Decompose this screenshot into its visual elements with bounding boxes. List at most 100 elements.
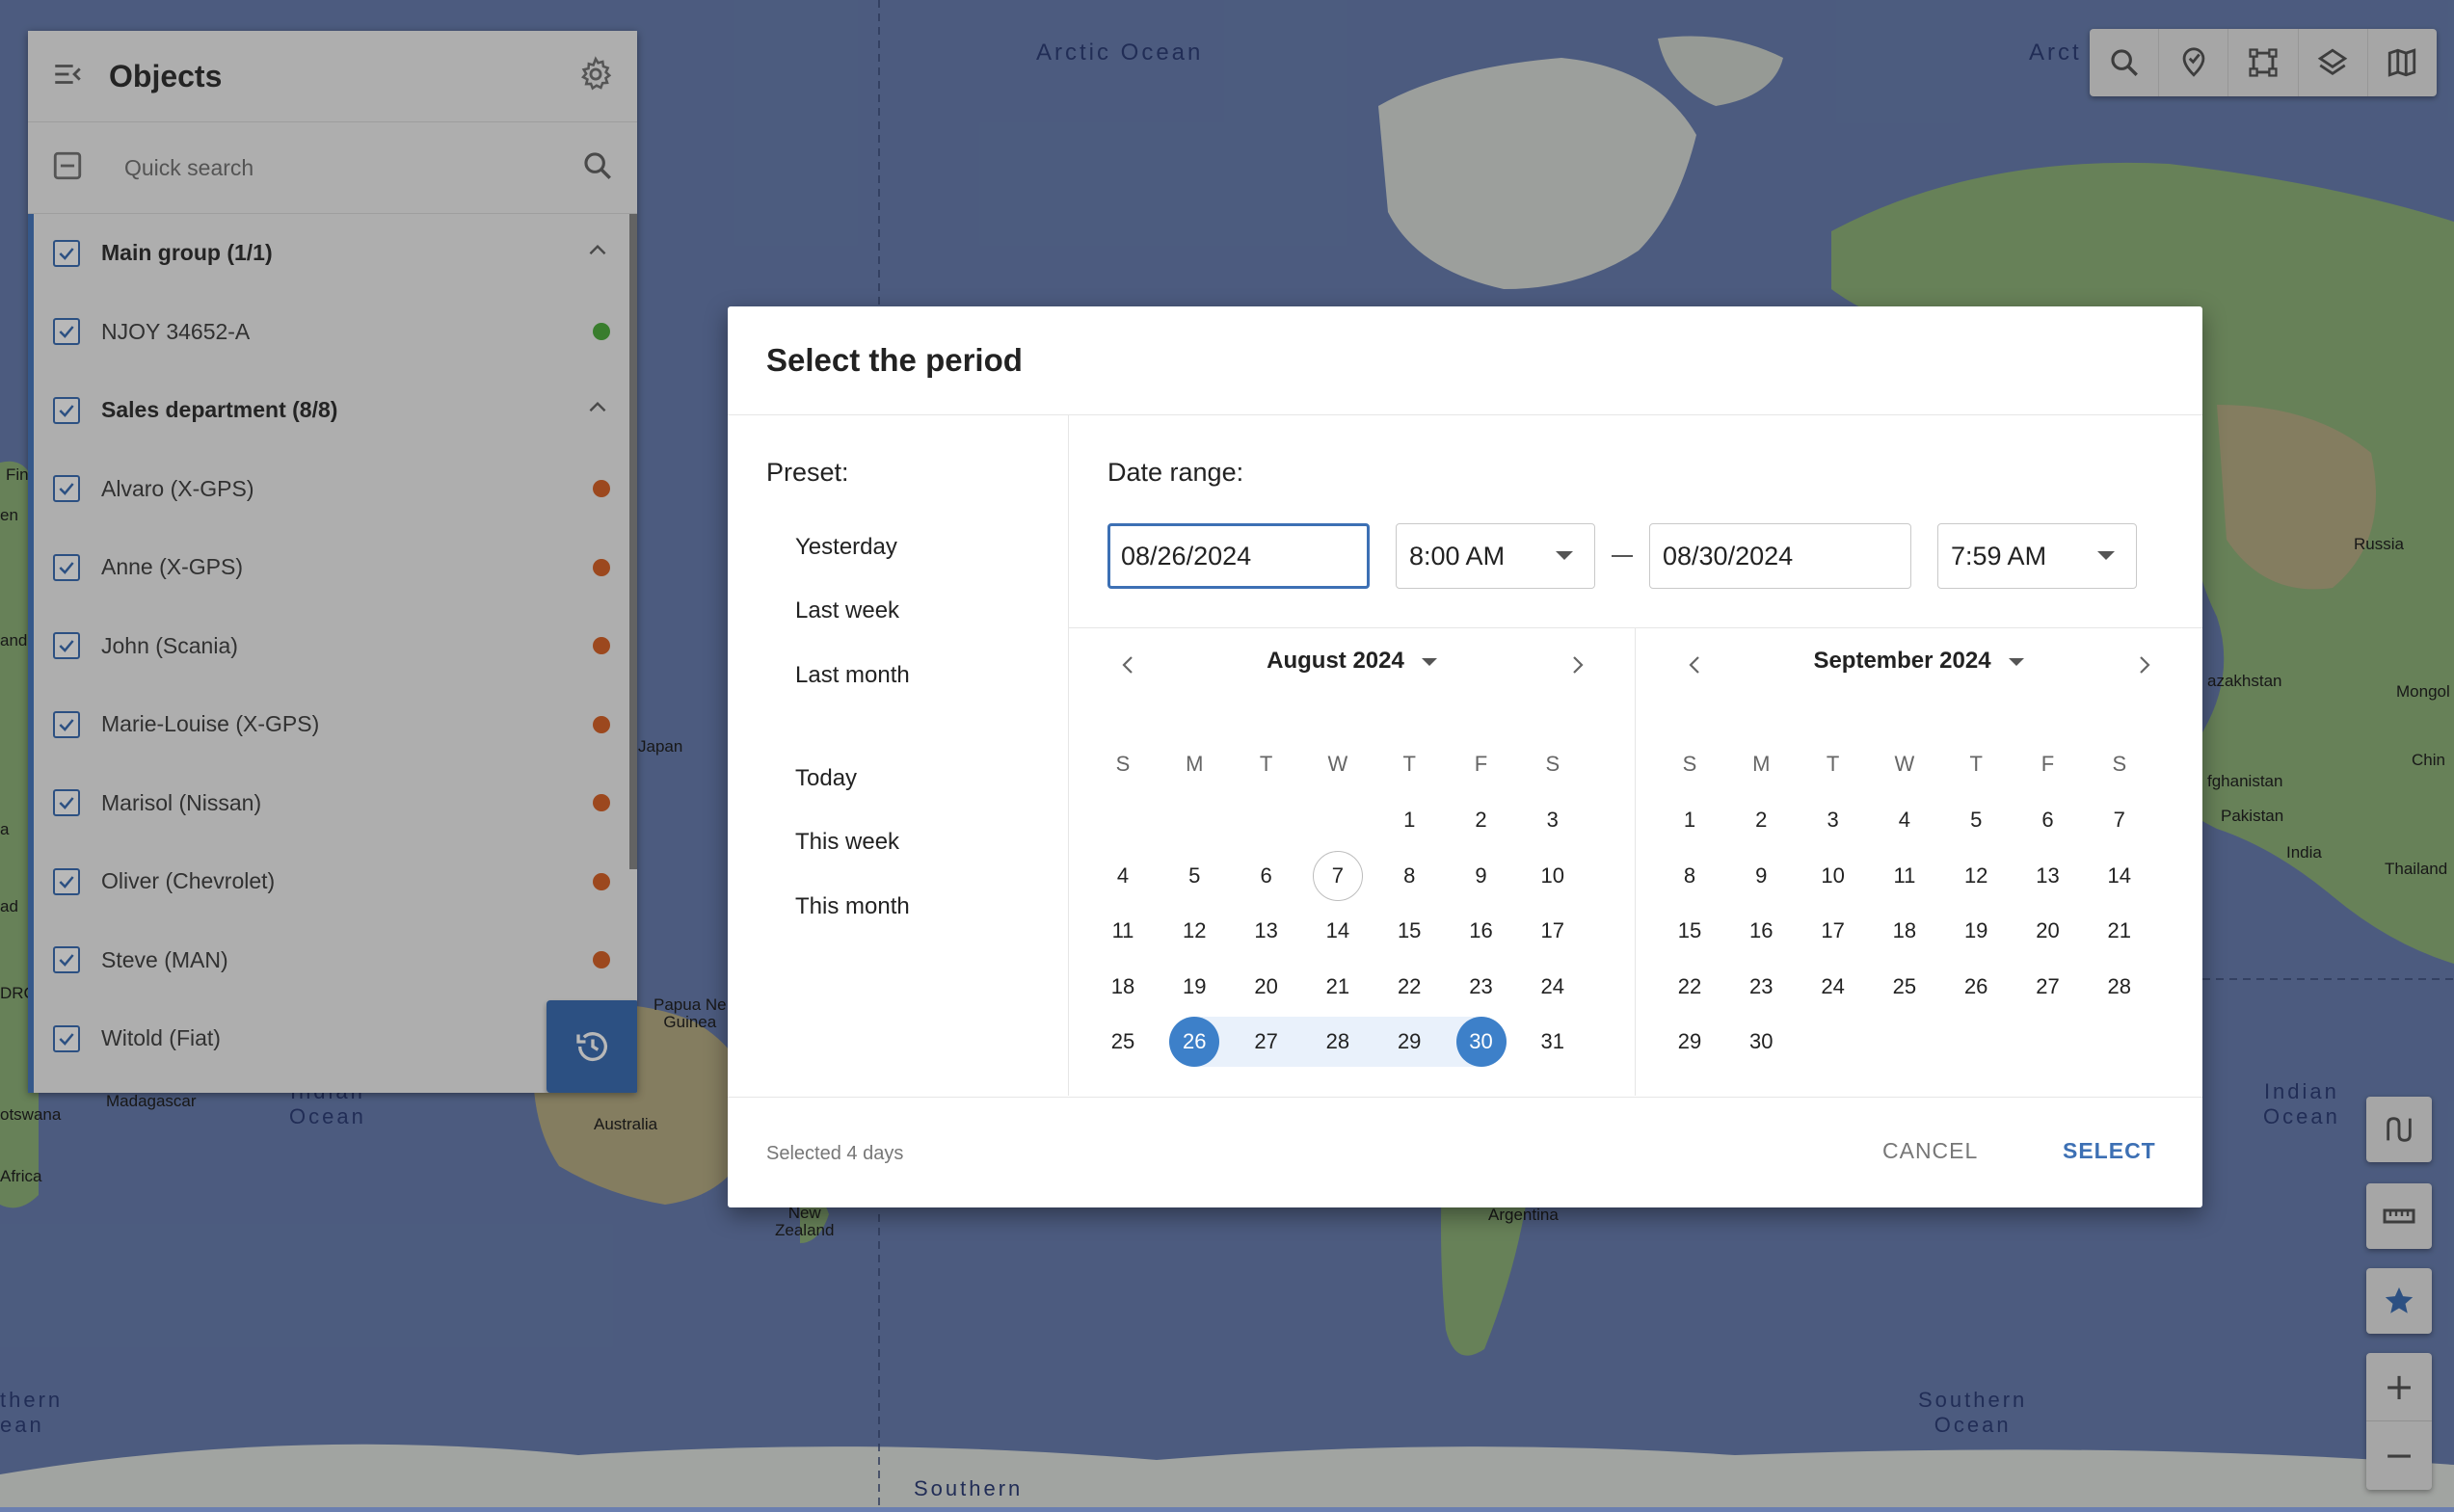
date-range-heading: Date range:	[1107, 458, 1244, 487]
chevron-down-icon	[2008, 657, 2024, 666]
calendar-day[interactable]: 10	[1808, 851, 1858, 901]
calendar-day[interactable]: 19	[1951, 906, 2001, 956]
calendar-day[interactable]: 1	[1665, 795, 1715, 845]
calendar-day[interactable]: 21	[1313, 962, 1363, 1012]
next-month-icon[interactable]	[1565, 653, 1588, 676]
calendar-day[interactable]: 7	[2094, 795, 2145, 845]
calendar-day[interactable]: 15	[1384, 906, 1434, 956]
calendar-day[interactable]: 22	[1665, 962, 1715, 1012]
calendar-day[interactable]: 30	[1736, 1017, 1786, 1067]
calendar-day[interactable]: 13	[1241, 906, 1292, 956]
preset-column: Preset: Yesterday Last week Last month T…	[728, 415, 1069, 1096]
calendar-day[interactable]: 3	[1808, 795, 1858, 845]
calendar-day[interactable]: 6	[2023, 795, 2073, 845]
month-select[interactable]: September 2024	[1813, 648, 2024, 675]
select-button[interactable]: SELECT	[2063, 1138, 2156, 1164]
calendar-day[interactable]: 16	[1736, 906, 1786, 956]
weekday-label: T	[1969, 752, 1983, 776]
preset-today[interactable]: Today	[795, 765, 857, 792]
dialog-footer: Selected 4 days CANCEL SELECT	[728, 1097, 2202, 1208]
month-select[interactable]: August 2024	[1267, 648, 1437, 675]
calendar-day[interactable]: 20	[1241, 962, 1292, 1012]
calendar-day[interactable]: 6	[1241, 851, 1292, 901]
start-date-value: 08/26/2024	[1121, 541, 1252, 570]
calendar-day[interactable]: 4	[1098, 851, 1148, 901]
calendar-day[interactable]: 18	[1880, 906, 1930, 956]
calendar-day[interactable]: 25	[1098, 1017, 1148, 1067]
calendar-day[interactable]: 27	[2023, 962, 2073, 1012]
calendar-day[interactable]: 23	[1456, 962, 1507, 1012]
calendar-day[interactable]: 17	[1528, 906, 1578, 956]
calendar-day[interactable]: 23	[1736, 962, 1786, 1012]
cancel-button[interactable]: CANCEL	[1882, 1138, 1978, 1164]
calendar-day[interactable]: 26	[1951, 962, 2001, 1012]
prev-month-icon[interactable]	[1684, 653, 1707, 676]
calendar-day[interactable]: 5	[1951, 795, 2001, 845]
calendar-day[interactable]: 2	[1456, 795, 1507, 845]
calendar-day[interactable]: 17	[1808, 906, 1858, 956]
range-separator	[1612, 555, 1633, 557]
chevron-down-icon	[2097, 551, 2115, 560]
start-date-field[interactable]: 08/26/2024	[1107, 523, 1370, 589]
calendar-day[interactable]: 31	[1528, 1017, 1578, 1067]
calendar-august: August 2024 S M T W T F S 1 2 3 4 5 6 7 8 9 10 11 12 13 14 15…	[1069, 628, 1635, 1096]
calendar-day[interactable]: 11	[1098, 906, 1148, 956]
calendar-day[interactable]: 11	[1880, 851, 1930, 901]
end-date-field[interactable]: 08/30/2024	[1649, 523, 1911, 589]
prev-month-icon[interactable]	[1117, 653, 1140, 676]
calendar-day[interactable]: 25	[1880, 962, 1930, 1012]
calendar-day[interactable]: 29	[1665, 1017, 1715, 1067]
calendar-day[interactable]: 24	[1808, 962, 1858, 1012]
next-month-icon[interactable]	[2132, 653, 2155, 676]
calendar-day[interactable]: 9	[1736, 851, 1786, 901]
weekday-label: F	[2041, 752, 2055, 776]
calendar-day[interactable]: 8	[1665, 851, 1715, 901]
date-range-area: Date range: 08/26/2024 8:00 AM 08/30/202…	[1069, 415, 2202, 1096]
calendar-day[interactable]: 5	[1169, 851, 1219, 901]
preset-heading: Preset:	[766, 458, 849, 487]
calendar-day[interactable]: 1	[1384, 795, 1434, 845]
calendar-day[interactable]: 10	[1528, 851, 1578, 901]
calendar-day[interactable]: 22	[1384, 962, 1434, 1012]
calendar-day[interactable]: 14	[2094, 851, 2145, 901]
calendar-header: September 2024	[1636, 648, 2201, 676]
calendar-day[interactable]: 3	[1528, 795, 1578, 845]
calendar-day[interactable]: 12	[1951, 851, 2001, 901]
calendar-day[interactable]: 9	[1456, 851, 1507, 901]
calendar-day[interactable]: 2	[1736, 795, 1786, 845]
preset-last-month[interactable]: Last month	[795, 662, 910, 689]
preset-last-week[interactable]: Last week	[795, 597, 899, 624]
calendar-day[interactable]: 12	[1169, 906, 1219, 956]
calendar-day[interactable]: 19	[1169, 962, 1219, 1012]
calendar-day-selected[interactable]: 26	[1169, 1017, 1220, 1067]
weekday-label: W	[1894, 752, 1915, 776]
calendar-day[interactable]: 28	[2094, 962, 2145, 1012]
weekday-label: S	[2112, 752, 2127, 776]
calendar-day[interactable]: 4	[1880, 795, 1930, 845]
start-time-value: 8:00 AM	[1409, 541, 1506, 570]
calendar-day[interactable]: 14	[1313, 906, 1363, 956]
weekday-label: T	[1402, 752, 1416, 776]
start-time-select[interactable]: 8:00 AM	[1396, 523, 1595, 589]
calendar-day-today[interactable]: 7	[1312, 850, 1363, 901]
preset-yesterday[interactable]: Yesterday	[795, 534, 897, 561]
calendar-day[interactable]: 13	[2023, 851, 2073, 901]
calendar-day[interactable]: 24	[1528, 962, 1578, 1012]
calendar-day[interactable]: 28	[1313, 1017, 1363, 1067]
calendar-day-selected[interactable]: 30	[1455, 1017, 1507, 1067]
calendar-day[interactable]: 29	[1384, 1017, 1434, 1067]
calendar-day[interactable]: 18	[1098, 962, 1148, 1012]
calendar-day[interactable]: 21	[2094, 906, 2145, 956]
chevron-down-icon	[1421, 657, 1437, 666]
calendar-day[interactable]: 27	[1241, 1017, 1292, 1067]
end-time-select[interactable]: 7:59 AM	[1937, 523, 2137, 589]
selected-days-info: Selected 4 days	[766, 1143, 904, 1164]
preset-this-week[interactable]: This week	[795, 829, 899, 856]
calendar-day[interactable]: 20	[2023, 906, 2073, 956]
calendar-day[interactable]: 16	[1456, 906, 1507, 956]
preset-this-month[interactable]: This month	[795, 893, 910, 920]
weekday-label: M	[1752, 752, 1771, 776]
weekday-label: S	[1682, 752, 1697, 776]
calendar-day[interactable]: 15	[1665, 906, 1715, 956]
calendar-day[interactable]: 8	[1384, 851, 1434, 901]
